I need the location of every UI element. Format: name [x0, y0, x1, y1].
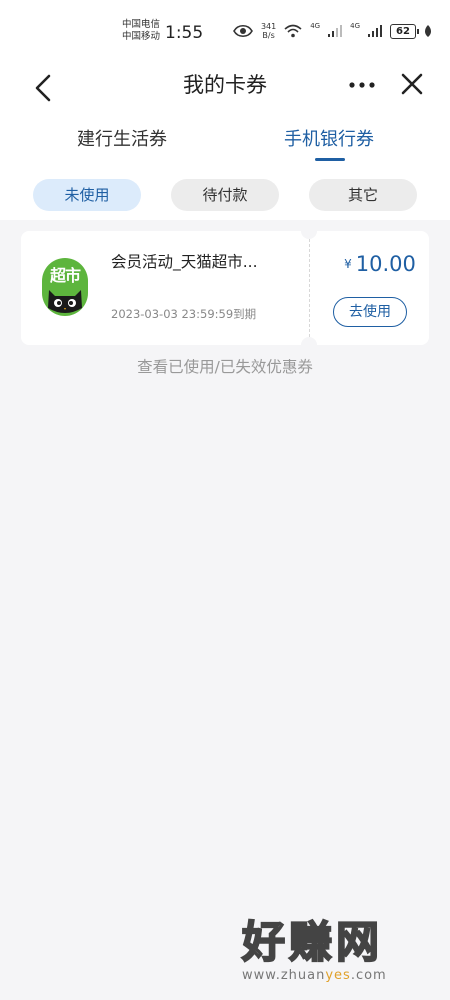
coupon-name: 会员活动_天猫超市... [111, 253, 258, 271]
amount-value: 10.00 [355, 252, 416, 276]
watermark-url-highlight: yes [325, 968, 351, 983]
status-icons: 341 B/s 4G 4G 62 [233, 22, 432, 40]
coupon-expiry: 2023-03-03 23:59:59到期 [111, 307, 257, 321]
battery-icon: 62 [390, 23, 419, 39]
page-title: 我的卡券 [183, 73, 267, 97]
carrier-1: 中国电信 [122, 19, 161, 30]
filter-pending-payment[interactable]: 待付款 [171, 179, 279, 211]
watermark-url-suffix: .com [350, 968, 387, 983]
leaf-icon [425, 25, 431, 37]
clock: 1:55 [165, 23, 204, 43]
active-tab-indicator [315, 158, 345, 161]
signal-icon [328, 25, 343, 37]
tab-mobile-bank-coupons[interactable]: 手机银行券 [284, 127, 374, 153]
signal-1-type: 4G [310, 22, 321, 30]
watermark-url-prefix: www.zhuan [242, 968, 326, 983]
navigation-bar: 我的卡券 [0, 62, 450, 114]
more-button[interactable] [345, 70, 379, 100]
more-dots-icon [349, 82, 375, 88]
status-filters: 未使用 待付款 其它 [0, 166, 450, 220]
net-speed-unit: B/s [262, 31, 275, 40]
card-notch [301, 337, 317, 353]
coupon-card[interactable]: 超市 会员活动_天猫超市... 2023-03-03 23:59:59到期 ¥1… [21, 223, 429, 353]
logo-text: 超市 [49, 266, 81, 285]
coupon-tabs: 建行生活券 手机银行券 [0, 114, 450, 166]
use-coupon-button[interactable]: 去使用 [333, 297, 407, 327]
signal-2-type: 4G [350, 22, 360, 30]
watermark: 好赚网 www.zhuanyes.com [241, 917, 432, 988]
net-speed-value: 341 [260, 22, 277, 31]
card-notch [301, 223, 317, 239]
currency-symbol: ¥ [344, 257, 352, 271]
carrier-2: 中国移动 [122, 31, 161, 42]
signal-icon [368, 25, 382, 37]
carrier-info: 中国电信 中国移动 [122, 19, 160, 43]
filter-unused[interactable]: 未使用 [33, 179, 141, 211]
status-bar: 中国电信 中国移动 1:55 341 B/s 4G 4G 62 [0, 0, 450, 62]
watermark-title: 好赚网 [241, 917, 383, 969]
filter-other[interactable]: 其它 [309, 179, 417, 211]
tmall-supermarket-logo: 超市 [42, 258, 88, 316]
tab-life-coupons[interactable]: 建行生活券 [77, 127, 167, 153]
net-speed: 341 B/s [261, 22, 276, 40]
close-button[interactable] [396, 68, 428, 100]
view-used-expired-link[interactable]: 查看已使用/已失效优惠券 [0, 356, 450, 378]
dashed-divider [309, 239, 310, 337]
eye-icon [233, 24, 253, 38]
tmall-cat-icon [48, 290, 82, 313]
wifi-icon [284, 24, 302, 38]
watermark-url: www.zhuanyes.com [242, 968, 432, 984]
coupon-amount: ¥10.00 [331, 249, 429, 279]
close-icon [401, 73, 423, 95]
